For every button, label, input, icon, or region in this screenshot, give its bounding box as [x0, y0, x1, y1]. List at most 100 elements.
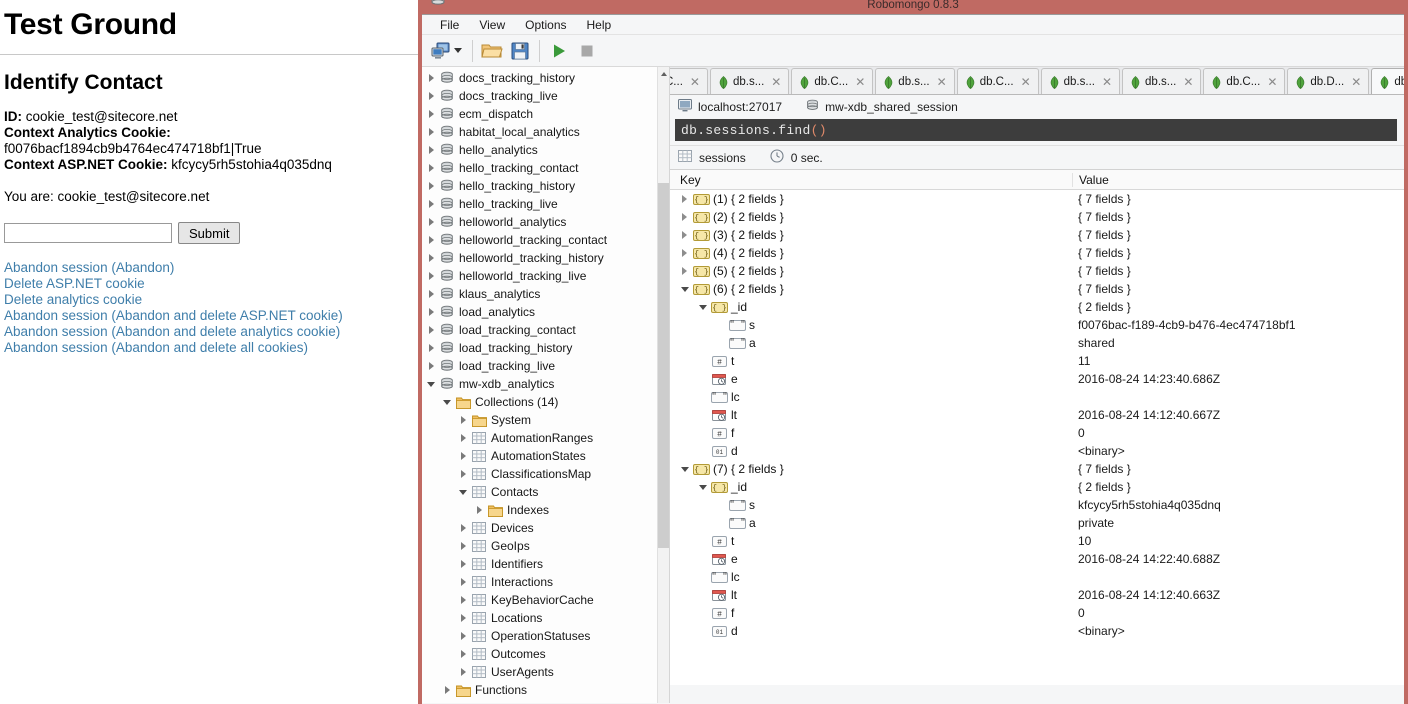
tree-node[interactable]: Collections (14)	[422, 393, 658, 411]
grid-row[interactable]: " " a shared	[670, 334, 1404, 352]
tree-node[interactable]: AutomationRanges	[422, 429, 658, 447]
tree-node[interactable]: helloworld_tracking_live	[422, 267, 658, 285]
expand-arrow-closed-icon[interactable]	[424, 146, 438, 154]
tree-node[interactable]: habitat_local_analytics	[422, 123, 658, 141]
action-link-4[interactable]: Abandon session (Abandon and delete anal…	[4, 324, 418, 340]
expand-arrow-closed-icon[interactable]	[456, 524, 470, 532]
expand-arrow-closed-icon[interactable]	[440, 686, 454, 694]
menu-item-file[interactable]: File	[430, 16, 469, 34]
expand-arrow-open-icon[interactable]	[696, 484, 709, 490]
tree-scrollbar[interactable]	[657, 67, 669, 703]
expand-arrow-closed-icon[interactable]	[456, 560, 470, 568]
grid-row[interactable]: { } (6) { 2 fields } { 7 fields }	[670, 280, 1404, 298]
expand-arrow-closed-icon[interactable]	[456, 578, 470, 586]
grid-row[interactable]: lt 2016-08-24 14:12:40.667Z	[670, 406, 1404, 424]
menu-item-help[interactable]: Help	[577, 16, 622, 34]
save-icon[interactable]	[507, 38, 533, 64]
workspace-tab[interactable]: db.s...✕	[1040, 68, 1121, 94]
tree-node[interactable]: helloworld_tracking_history	[422, 249, 658, 267]
tree-node[interactable]: docs_tracking_history	[422, 69, 658, 87]
grid-row[interactable]: { } _id { 2 fields }	[670, 478, 1404, 496]
expand-arrow-closed-icon[interactable]	[472, 506, 486, 514]
expand-arrow-closed-icon[interactable]	[456, 614, 470, 622]
grid-row[interactable]: # t 11	[670, 352, 1404, 370]
workspace-tab[interactable]: db.s...✕	[709, 68, 790, 94]
tree-node[interactable]: Indexes	[422, 501, 658, 519]
expand-arrow-closed-icon[interactable]	[678, 267, 691, 275]
tree-node[interactable]: hello_tracking_contact	[422, 159, 658, 177]
tree-node[interactable]: OperationStatuses	[422, 627, 658, 645]
expand-arrow-closed-icon[interactable]	[424, 308, 438, 316]
grid-row[interactable]: # t 10	[670, 532, 1404, 550]
tree-node[interactable]: load_analytics	[422, 303, 658, 321]
expand-arrow-open-icon[interactable]	[424, 381, 438, 387]
workspace-tab[interactable]: db.C... ✕	[956, 68, 1039, 94]
workspace-tab[interactable]: db.D... ✕	[1287, 68, 1370, 94]
expand-arrow-closed-icon[interactable]	[678, 231, 691, 239]
menu-item-view[interactable]: View	[469, 16, 515, 34]
expand-arrow-closed-icon[interactable]	[456, 452, 470, 460]
expand-arrow-closed-icon[interactable]	[424, 236, 438, 244]
tree-node[interactable]: mw-xdb_analytics	[422, 375, 658, 393]
expand-arrow-closed-icon[interactable]	[456, 596, 470, 604]
grid-rows[interactable]: { } (1) { 2 fields } { 7 fields } { } (2) {…	[670, 190, 1404, 640]
tree-node[interactable]: Contacts	[422, 483, 658, 501]
scroll-up-arrow-icon[interactable]	[658, 67, 669, 81]
expand-arrow-closed-icon[interactable]	[456, 668, 470, 676]
expand-arrow-closed-icon[interactable]	[424, 326, 438, 334]
expand-arrow-closed-icon[interactable]	[678, 195, 691, 203]
expand-arrow-closed-icon[interactable]	[456, 632, 470, 640]
close-icon[interactable]: ✕	[937, 75, 947, 89]
close-icon[interactable]: ✕	[1021, 75, 1031, 89]
expand-arrow-closed-icon[interactable]	[456, 416, 470, 424]
expand-arrow-open-icon[interactable]	[678, 286, 691, 292]
expand-arrow-open-icon[interactable]	[456, 489, 470, 495]
expand-arrow-open-icon[interactable]	[440, 399, 454, 405]
workspace-tab[interactable]: db.s...✕	[1122, 68, 1202, 94]
scrollbar-thumb[interactable]	[658, 183, 669, 548]
identify-input[interactable]	[4, 223, 172, 243]
tree-node[interactable]: ClassificationsMap	[422, 465, 658, 483]
execute-icon[interactable]	[546, 38, 572, 64]
grid-row[interactable]: # f 0	[670, 424, 1404, 442]
grid-row[interactable]: { } (3) { 2 fields } { 7 fields }	[670, 226, 1404, 244]
open-folder-icon[interactable]	[479, 38, 505, 64]
expand-arrow-closed-icon[interactable]	[424, 200, 438, 208]
close-icon[interactable]: ✕	[690, 75, 700, 89]
expand-arrow-closed-icon[interactable]	[424, 110, 438, 118]
close-icon[interactable]: ✕	[1267, 75, 1277, 89]
grid-row[interactable]: " " s kfcycy5rh5stohia4q035dnq	[670, 496, 1404, 514]
expand-arrow-open-icon[interactable]	[678, 466, 691, 472]
grid-row[interactable]: " " s f0076bac-f189-4cb9-b476-4ec474718bf1	[670, 316, 1404, 334]
grid-row[interactable]: { } _id { 2 fields }	[670, 298, 1404, 316]
close-icon[interactable]: ✕	[855, 75, 865, 89]
tree-node[interactable]: Devices	[422, 519, 658, 537]
expand-arrow-closed-icon[interactable]	[678, 213, 691, 221]
grid-row[interactable]: e 2016-08-24 14:23:40.686Z	[670, 370, 1404, 388]
tree-node[interactable]: AutomationStates	[422, 447, 658, 465]
grid-row[interactable]: { } (4) { 2 fields } { 7 fields }	[670, 244, 1404, 262]
stop-icon[interactable]	[574, 38, 600, 64]
tree-node[interactable]: Functions	[422, 681, 658, 699]
expand-arrow-closed-icon[interactable]	[424, 272, 438, 280]
grid-row[interactable]: " " lc	[670, 568, 1404, 586]
connect-icon[interactable]	[428, 38, 454, 64]
tree-node[interactable]: klaus_analytics	[422, 285, 658, 303]
close-icon[interactable]: ✕	[1351, 75, 1361, 89]
expand-arrow-closed-icon[interactable]	[456, 650, 470, 658]
grid-row[interactable]: { } (2) { 2 fields } { 7 fields }	[670, 208, 1404, 226]
grid-row[interactable]: " " lc	[670, 388, 1404, 406]
chevron-down-icon[interactable]	[454, 48, 462, 53]
tree-node[interactable]: KeyBehaviorCache	[422, 591, 658, 609]
tree-node[interactable]: Locations	[422, 609, 658, 627]
workspace-tab[interactable]: C... ✕	[670, 68, 708, 94]
expand-arrow-closed-icon[interactable]	[678, 249, 691, 257]
expand-arrow-closed-icon[interactable]	[424, 254, 438, 262]
tree-node[interactable]: Interactions	[422, 573, 658, 591]
expand-arrow-closed-icon[interactable]	[424, 164, 438, 172]
close-icon[interactable]: ✕	[771, 75, 781, 89]
tree-node[interactable]: UserAgents	[422, 663, 658, 681]
column-header-key[interactable]: Key	[670, 173, 1072, 187]
workspace-tab[interactable]: db.s...✕	[1371, 68, 1404, 94]
tree-node[interactable]: GeoIps	[422, 537, 658, 555]
